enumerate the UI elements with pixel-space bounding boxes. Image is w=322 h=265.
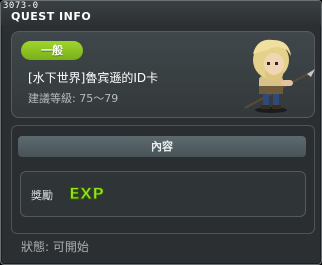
- exp-icon-text: EXP: [69, 184, 104, 203]
- reward-label: 獎勵: [31, 189, 53, 202]
- exp-icon: EXP: [69, 184, 105, 204]
- reward-box: 獎勵 EXP: [20, 171, 306, 217]
- content-header: 內容: [18, 136, 306, 157]
- quest-status: 狀態: 可開始: [21, 240, 89, 254]
- recommended-level: 建議等級: 75〜79: [28, 92, 119, 105]
- window-title: QUEST INFO: [11, 10, 92, 23]
- quest-content-panel: 內容 獎勵 EXP: [11, 125, 315, 234]
- npc-portrait: [244, 39, 315, 113]
- quest-info-panel: 一般 [水下世界]魯宾遜的ID卡 建議等級: 75〜79: [11, 31, 315, 118]
- quest-name: [水下世界]魯宾遜的ID卡: [28, 71, 159, 85]
- quest-category-badge: 一般: [21, 41, 83, 60]
- title-bar[interactable]: 3073-0 QUEST INFO: [1, 1, 321, 25]
- quest-info-window: 3073-0 QUEST INFO 一般 [水下世界]魯宾遜的ID卡 建議等級:…: [0, 0, 322, 265]
